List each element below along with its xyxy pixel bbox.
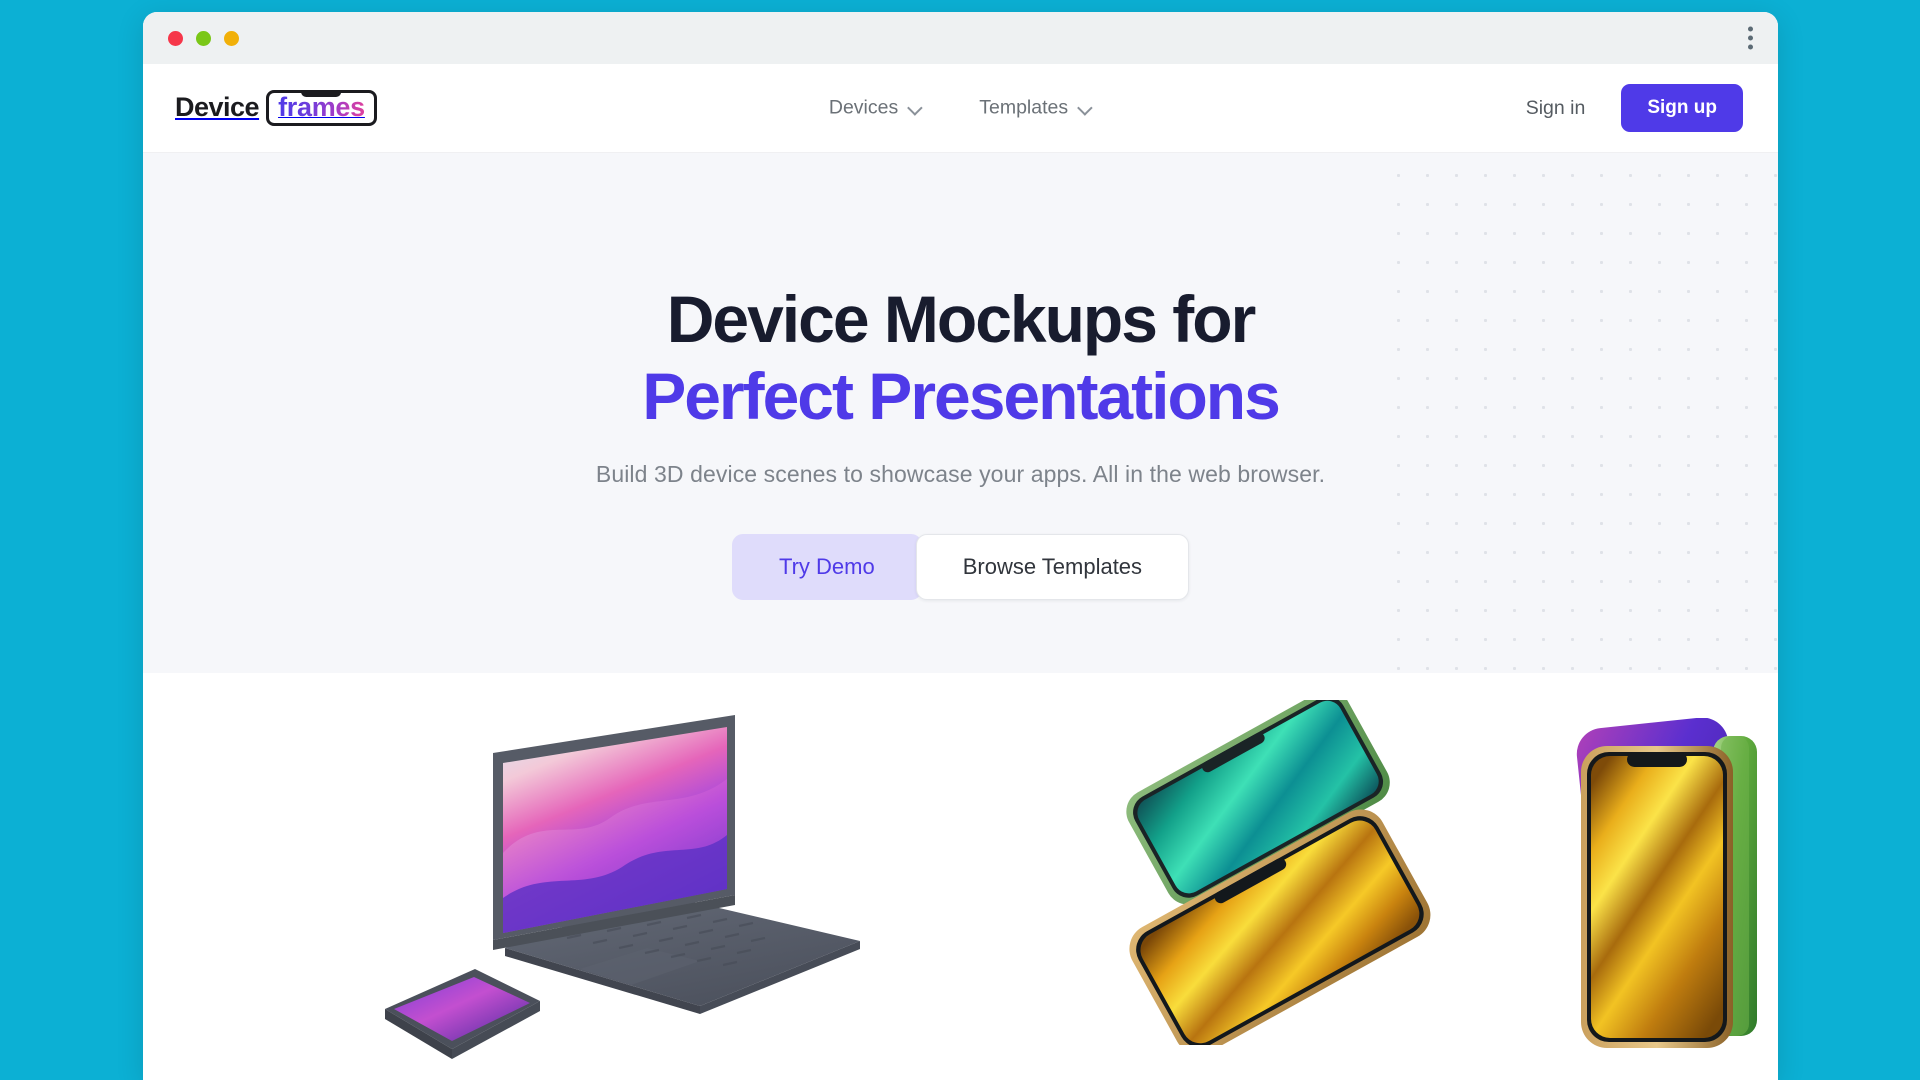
nav-item-templates[interactable]: Templates	[979, 97, 1092, 120]
hero-subtitle: Build 3D device scenes to showcase your …	[595, 461, 1326, 488]
hero-content: Device Mockups for Perfect Presentations…	[143, 153, 1778, 601]
close-window-button[interactable]	[168, 30, 183, 46]
hero-heading-line-1: Device Mockups for	[666, 282, 1257, 356]
hero-cta-group: Try Demo Browse Templates	[143, 534, 1778, 601]
hero-section: Device Mockups for Perfect Presentations…	[143, 153, 1778, 673]
tilted-phones-mockup[interactable]	[1083, 700, 1483, 1045]
brand-logo[interactable]: Device frames	[175, 90, 377, 126]
chevron-down-icon	[1079, 102, 1092, 115]
standing-phones-mockup[interactable]	[1563, 718, 1778, 1058]
logo-phone-frame-icon: frames	[266, 90, 377, 126]
kebab-dot-1	[1748, 26, 1753, 32]
hero-heading-line-2: Perfect Presentations	[642, 358, 1281, 433]
nav-item-templates-label: Templates	[979, 96, 1069, 119]
nav-item-devices[interactable]: Devices	[829, 97, 922, 120]
browser-title-bar	[143, 12, 1778, 64]
logo-word-frames: frames	[278, 92, 365, 122]
device-showcase	[143, 673, 1778, 1080]
chevron-down-icon	[909, 102, 922, 115]
page-title: Device Mockups for Perfect Presentations	[143, 281, 1778, 434]
browser-window: Device frames Devices Templates Sign in …	[143, 12, 1778, 1080]
site-header: Device frames Devices Templates Sign in …	[143, 64, 1778, 153]
primary-nav: Devices Templates	[829, 97, 1092, 120]
zoom-window-button[interactable]	[224, 30, 239, 46]
minimize-window-button[interactable]	[196, 30, 211, 46]
browse-templates-button[interactable]: Browse Templates	[915, 534, 1190, 601]
nav-item-devices-label: Devices	[828, 96, 899, 119]
kebab-menu-icon[interactable]	[1745, 24, 1756, 53]
window-controls	[168, 30, 239, 46]
kebab-dot-3	[1748, 44, 1753, 50]
try-demo-button[interactable]: Try Demo	[731, 534, 922, 601]
logo-word-device: Device	[175, 92, 260, 122]
auth-actions: Sign in Sign up	[1526, 84, 1743, 132]
sign-in-link[interactable]: Sign in	[1526, 97, 1586, 120]
sign-up-button[interactable]: Sign up	[1621, 84, 1743, 132]
kebab-dot-2	[1748, 35, 1753, 41]
laptop-and-phone-mockup[interactable]	[355, 693, 875, 1080]
